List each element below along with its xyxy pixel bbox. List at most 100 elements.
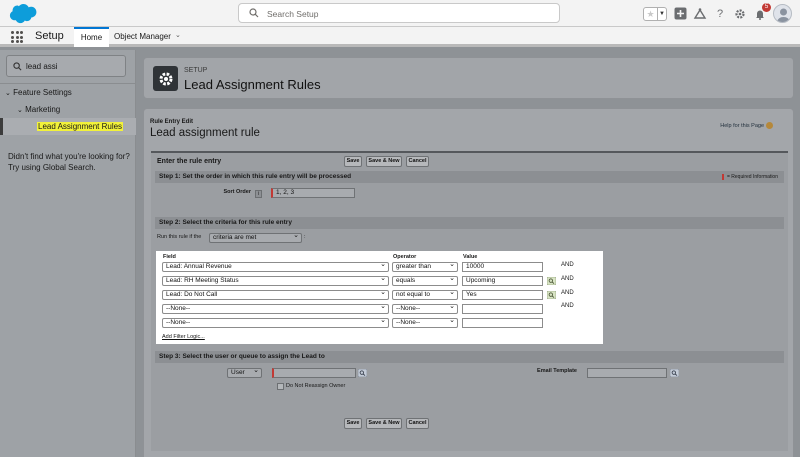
- tab-home[interactable]: Home: [74, 27, 109, 47]
- required-legend: = Required Information: [721, 173, 778, 181]
- criteria-operator-select[interactable]: not equal to: [392, 289, 458, 300]
- help-link[interactable]: Help for this Page: [720, 122, 773, 129]
- tree-item-marketing[interactable]: ⌄ Marketing: [17, 105, 60, 114]
- criteria-operator-select[interactable]: greater than: [392, 261, 458, 272]
- save-button[interactable]: Save: [344, 418, 362, 429]
- criteria-field-select[interactable]: Lead: Do Not Call: [162, 289, 389, 300]
- lookup-icon[interactable]: [670, 369, 679, 377]
- criteria-operator-select[interactable]: --None--: [392, 303, 458, 314]
- help-link-text: Help for this Page: [720, 122, 764, 129]
- favorites-button[interactable]: ★ ▼: [643, 6, 667, 21]
- required-legend-text: = Required Information: [726, 174, 778, 180]
- save-new-button[interactable]: Save & New: [366, 418, 402, 429]
- global-search-box[interactable]: Search Setup: [238, 3, 560, 23]
- avatar[interactable]: [773, 4, 792, 23]
- rule-entry-title: Lead assignment rule: [150, 127, 260, 139]
- chevron-down-icon[interactable]: ⌄: [175, 31, 181, 39]
- criteria-conjunction: AND: [561, 276, 574, 282]
- criteria-value-input[interactable]: 10000: [462, 262, 543, 272]
- add-filter-logic-link[interactable]: Add Filter Logic...: [162, 334, 205, 340]
- chevron-down-icon: ⌄: [5, 90, 11, 97]
- app-name: Setup: [35, 30, 64, 42]
- tree-item-label: Marketing: [25, 105, 61, 114]
- criteria-value-input[interactable]: [462, 304, 543, 314]
- bell-icon[interactable]: 5: [753, 2, 771, 21]
- run-rule-suffix: :: [304, 234, 306, 240]
- help-icon: [766, 122, 773, 129]
- step1-title: Step 1: Set the order in which this rule…: [159, 173, 352, 180]
- tree-item-lead-assignment-rules[interactable]: Lead Assignment Rules: [0, 118, 136, 135]
- tree-item-feature-settings[interactable]: ⌄ Feature Settings: [5, 88, 72, 97]
- cancel-button[interactable]: Cancel: [406, 156, 429, 167]
- tree-item-label: Lead Assignment Rules: [37, 122, 124, 131]
- sort-order-label: Sort Order: [223, 189, 251, 195]
- gear-icon[interactable]: [733, 7, 747, 21]
- lookup-icon[interactable]: [547, 291, 556, 299]
- value-column-header: Value: [463, 254, 478, 260]
- email-template-input[interactable]: [587, 368, 667, 378]
- criteria-value-input[interactable]: [462, 318, 543, 328]
- criteria-operator-select[interactable]: equals: [392, 275, 458, 286]
- run-rule-label: Run this rule if the: [157, 234, 202, 240]
- save-new-button[interactable]: Save & New: [366, 156, 402, 167]
- criteria-field-select[interactable]: --None--: [162, 303, 389, 314]
- assignee-input[interactable]: [272, 368, 356, 378]
- context-bar: Setup Home Object Manager ⌄: [0, 27, 800, 47]
- setup-sidebar: lead assi ⌄ Feature Settings ⌄ Marketing…: [0, 50, 136, 457]
- assignee-type-select[interactable]: User: [227, 367, 262, 378]
- do-not-reassign-label: Do Not Reassign Owner: [286, 383, 346, 389]
- operator-column-header: Operator: [393, 254, 417, 260]
- panel-title: Enter the rule entry: [157, 158, 222, 165]
- cancel-button[interactable]: Cancel: [406, 418, 429, 429]
- criteria-field-select[interactable]: --None--: [162, 317, 389, 328]
- criteria-field-select[interactable]: Lead: Annual Revenue: [162, 261, 389, 272]
- lookup-icon[interactable]: [358, 369, 367, 377]
- info-icon[interactable]: i: [255, 190, 262, 198]
- step2-header: Step 2: Select the criteria for this rul…: [155, 217, 784, 229]
- step2-title: Step 2: Select the criteria for this rul…: [159, 219, 292, 226]
- sort-order-input[interactable]: 1, 2, 3: [271, 188, 355, 198]
- setup-gear-icon: [153, 66, 178, 91]
- chevron-down-icon[interactable]: ▼: [657, 7, 666, 20]
- criteria-table: Field Operator Value Lead: Annual Revenu…: [156, 251, 603, 344]
- step3-header: Step 3: Select the user or queue to assi…: [155, 351, 784, 363]
- favorite-star-icon: ★: [646, 8, 655, 19]
- tab-object-manager[interactable]: Object Manager: [114, 32, 171, 41]
- not-found-message: Didn't find what you're looking for? Try…: [8, 152, 130, 172]
- app-launcher-icon[interactable]: [11, 31, 23, 43]
- page-subtitle: SETUP: [184, 67, 208, 74]
- quick-find-input[interactable]: lead assi: [6, 55, 126, 77]
- criteria-field-select[interactable]: Lead: RH Meeting Status: [162, 275, 389, 286]
- rule-entry-panel: Enter the rule entry Save Save & New Can…: [151, 151, 788, 451]
- do-not-reassign-checkbox[interactable]: [277, 383, 284, 390]
- quick-find-value: lead assi: [26, 62, 58, 71]
- salesforce-cloud-logo[interactable]: [6, 3, 38, 24]
- step3-title: Step 3: Select the user or queue to assi…: [159, 353, 325, 360]
- criteria-conjunction: AND: [561, 262, 574, 268]
- search-icon: [249, 8, 259, 18]
- criteria-conjunction: AND: [561, 303, 574, 309]
- criteria-conjunction: AND: [561, 290, 574, 296]
- content-card: Rule Entry Edit Lead assignment rule Hel…: [143, 108, 794, 457]
- lookup-icon[interactable]: [547, 277, 556, 285]
- step1-header: Step 1: Set the order in which this rule…: [155, 171, 784, 183]
- tree-item-label: Feature Settings: [13, 88, 72, 97]
- search-icon: [13, 62, 22, 71]
- save-button[interactable]: Save: [344, 156, 362, 167]
- required-marker: [721, 173, 724, 180]
- help-icon[interactable]: ?: [713, 7, 727, 21]
- trailhead-icon[interactable]: [693, 7, 707, 21]
- chevron-down-icon: ⌄: [17, 107, 23, 114]
- divider: [0, 83, 136, 84]
- field-column-header: Field: [163, 254, 176, 260]
- page-header: SETUP Lead Assignment Rules: [143, 57, 794, 99]
- rule-entry-edit-label: Rule Entry Edit: [150, 119, 194, 125]
- add-icon[interactable]: [673, 7, 687, 21]
- criteria-value-input[interactable]: Upcoming: [462, 276, 543, 286]
- criteria-operator-select[interactable]: --None--: [392, 317, 458, 328]
- run-rule-select[interactable]: criteria are met: [209, 232, 302, 243]
- global-header: Search Setup ★ ▼ ? 5: [0, 0, 800, 27]
- page-title: Lead Assignment Rules: [184, 77, 321, 92]
- notification-badge: 5: [762, 2, 771, 12]
- criteria-value-input[interactable]: Yes: [462, 290, 543, 300]
